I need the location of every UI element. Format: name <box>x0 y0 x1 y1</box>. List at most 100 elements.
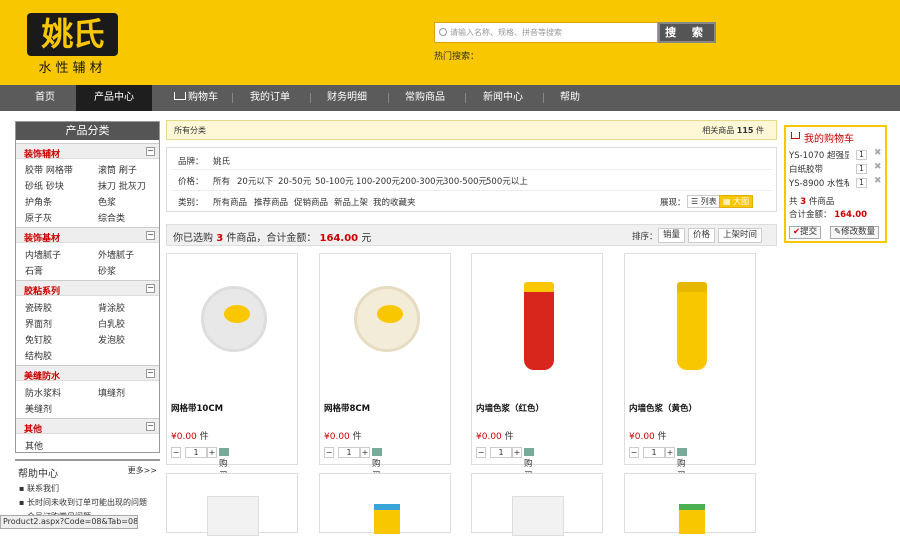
product-card[interactable] <box>166 473 298 536</box>
quantity-input[interactable]: 1 <box>490 447 512 458</box>
submit-button[interactable]: ✔提交 <box>789 226 822 239</box>
type-option[interactable]: 我的收藏夹 <box>373 196 416 208</box>
view-grid-button[interactable]: ▦ 大图 <box>719 195 754 208</box>
sidebar-item[interactable]: 瓷砖胶 <box>25 301 52 314</box>
sort-price-button[interactable]: 价格 <box>688 228 716 243</box>
increment-button[interactable]: + <box>207 447 217 458</box>
sidebar-item[interactable]: 白乳胶 <box>98 317 125 330</box>
sidebar-item[interactable]: 发泡胶 <box>98 333 125 346</box>
product-card[interactable] <box>471 473 603 536</box>
product-name[interactable]: 网格带8CM <box>324 402 370 414</box>
sidebar-item[interactable]: 色浆 <box>98 195 116 208</box>
category-header[interactable]: 装饰辅材 − <box>16 143 159 160</box>
type-option[interactable]: 所有商品 <box>213 196 247 208</box>
nav-frequent[interactable]: 常购商品 <box>392 85 458 111</box>
cart-item-qty[interactable]: 1 <box>856 164 867 174</box>
price-option[interactable]: 500元以上 <box>486 175 528 187</box>
cart-item-name[interactable]: YS-8900 水性私 <box>789 177 849 189</box>
search-input[interactable]: 请输入名称、规格、拼音等搜索 <box>434 22 658 43</box>
product-card[interactable]: 网格带8CM ¥0.00 件 − 1 + 购买 <box>319 253 451 481</box>
price-option[interactable]: 100-200元 <box>356 175 400 187</box>
price-option[interactable]: 200-300元 <box>400 175 444 187</box>
nav-orders[interactable]: 我的订单 <box>236 85 304 111</box>
sort-date-button[interactable]: 上架时间 <box>718 228 763 243</box>
product-card[interactable]: 内墙色浆（红色） ¥0.00 件 − 1 + 购买 <box>471 253 603 481</box>
product-name[interactable]: 内墙色浆（黄色） <box>629 402 697 414</box>
category-header[interactable]: 其他 − <box>16 418 159 435</box>
increment-button[interactable]: + <box>665 447 675 458</box>
sidebar-item[interactable]: 抹刀 批灰刀 <box>98 179 146 192</box>
price-option[interactable]: 20-50元 <box>278 175 311 187</box>
sidebar-item[interactable]: 内墙腻子 <box>25 248 61 261</box>
category-header[interactable]: 美缝防水 − <box>16 365 159 382</box>
quantity-input[interactable]: 1 <box>185 447 207 458</box>
collapse-icon[interactable]: − <box>146 369 155 378</box>
price-option[interactable]: 20元以下 <box>237 175 273 187</box>
price-option[interactable]: 所有 <box>213 175 230 187</box>
type-option[interactable]: 新品上架 <box>334 196 368 208</box>
sidebar-item[interactable]: 原子灰 <box>25 211 52 224</box>
quantity-input[interactable]: 1 <box>338 447 360 458</box>
nav-help[interactable]: 帮助 <box>550 85 590 111</box>
sidebar-item[interactable]: 胶带 网格带 <box>25 163 73 176</box>
sidebar-item[interactable]: 防水浆料 <box>25 386 61 399</box>
nav-finance[interactable]: 财务明细 <box>314 85 380 111</box>
sidebar-item[interactable]: 石膏 <box>25 264 43 277</box>
collapse-icon[interactable]: − <box>146 422 155 431</box>
help-item[interactable]: ▪ 联系我们 <box>19 483 59 494</box>
sidebar-item[interactable]: 滚筒 刷子 <box>98 163 137 176</box>
price-option[interactable]: 300-500元 <box>443 175 487 187</box>
delete-icon[interactable]: ✖ <box>874 176 882 186</box>
collapse-icon[interactable]: − <box>146 147 155 156</box>
logo[interactable]: 姚氏 <box>27 13 118 56</box>
sidebar-item[interactable]: 护角条 <box>25 195 52 208</box>
nav-products[interactable]: 产品中心 <box>76 85 152 111</box>
cart-item-qty[interactable]: 1 <box>856 178 867 188</box>
sidebar-item[interactable]: 外墙腻子 <box>98 248 134 261</box>
sidebar-item[interactable]: 背涂胶 <box>98 301 125 314</box>
sidebar-item[interactable]: 界面剂 <box>25 317 52 330</box>
nav-cart[interactable]: 购物车 <box>160 85 232 111</box>
help-item[interactable]: ▪ 长时间未收到订单可能出现的问题 <box>19 497 147 508</box>
sidebar-item[interactable]: 砂浆 <box>98 264 116 277</box>
sidebar-item[interactable]: 其他 <box>25 439 43 452</box>
decrement-button[interactable]: − <box>629 447 639 458</box>
modify-quantity-button[interactable]: ✎修改数量 <box>830 226 880 239</box>
type-option[interactable]: 推荐商品 <box>254 196 288 208</box>
cart-item-name[interactable]: 白纸胶带 <box>789 163 849 175</box>
cart-item-name[interactable]: YS-1070 超强显 <box>789 149 849 161</box>
price-option[interactable]: 50-100元 <box>315 175 354 187</box>
sidebar-item[interactable]: 填缝剂 <box>98 386 125 399</box>
decrement-button[interactable]: − <box>476 447 486 458</box>
sidebar-item[interactable]: 综合类 <box>98 211 125 224</box>
nav-home[interactable]: 首页 <box>20 85 70 111</box>
collapse-icon[interactable]: − <box>146 231 155 240</box>
product-card[interactable]: 网格带10CM ¥0.00 件 − 1 + 购买 <box>166 253 298 481</box>
product-card[interactable]: 内墙色浆（黄色） ¥0.00 件 − 1 + 购买 <box>624 253 756 481</box>
collapse-icon[interactable]: − <box>146 284 155 293</box>
decrement-button[interactable]: − <box>324 447 334 458</box>
help-more-link[interactable]: 更多>> <box>128 465 157 476</box>
sidebar-item[interactable]: 砂纸 砂块 <box>25 179 64 192</box>
quantity-input[interactable]: 1 <box>643 447 665 458</box>
type-option[interactable]: 促销商品 <box>294 196 328 208</box>
product-card[interactable] <box>624 473 756 534</box>
sidebar-item[interactable]: 免钉胶 <box>25 333 52 346</box>
sidebar-item[interactable]: 结构胶 <box>25 349 52 362</box>
delete-icon[interactable]: ✖ <box>874 162 882 172</box>
sidebar-item[interactable]: 美缝剂 <box>25 402 52 415</box>
category-header[interactable]: 装饰基材 − <box>16 227 159 244</box>
category-header[interactable]: 胶粘系列 − <box>16 280 159 297</box>
search-button[interactable]: 搜 索 <box>658 22 716 43</box>
view-list-button[interactable]: ☰ 列表 <box>687 195 721 208</box>
filter-brand[interactable]: 姚氏 <box>213 155 230 167</box>
product-name[interactable]: 内墙色浆（红色） <box>476 402 544 414</box>
breadcrumb-all[interactable]: 所有分类 <box>174 125 206 136</box>
increment-button[interactable]: + <box>360 447 370 458</box>
delete-icon[interactable]: ✖ <box>874 148 882 158</box>
product-card[interactable] <box>319 473 451 534</box>
increment-button[interactable]: + <box>512 447 522 458</box>
product-name[interactable]: 网格带10CM <box>171 402 223 414</box>
sort-sales-button[interactable]: 销量 <box>658 228 686 243</box>
cart-item-qty[interactable]: 1 <box>856 150 867 160</box>
